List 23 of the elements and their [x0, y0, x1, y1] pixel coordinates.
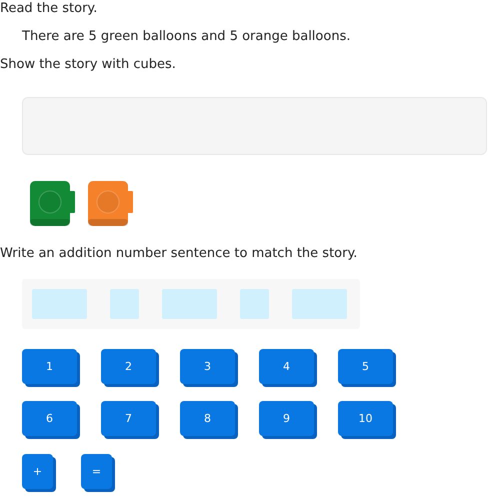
number-tile[interactable]: 5 — [338, 349, 393, 384]
number-tile[interactable]: 1 — [22, 349, 77, 384]
operator-tile[interactable]: = — [81, 454, 112, 489]
instruction-text: Read the story. — [0, 0, 98, 17]
cube-icon[interactable] — [88, 181, 134, 227]
answer-box[interactable] — [240, 289, 269, 319]
operator-tile[interactable]: + — [22, 454, 53, 489]
number-tile[interactable]: 9 — [259, 401, 314, 436]
instruction-text: There are 5 green balloons and 5 orange balloons. — [22, 28, 350, 45]
answer-box[interactable] — [292, 289, 347, 319]
number-tile[interactable]: 4 — [259, 349, 314, 384]
number-tile[interactable]: 2 — [101, 349, 156, 384]
answer-box[interactable] — [110, 289, 139, 319]
cube-icon[interactable] — [30, 181, 76, 227]
number-tile[interactable]: 3 — [180, 349, 235, 384]
number-tile[interactable]: 7 — [101, 401, 156, 436]
number-tile[interactable]: 8 — [180, 401, 235, 436]
answer-box[interactable] — [162, 289, 217, 319]
answer-box[interactable] — [32, 289, 87, 319]
prompt-text: Write an addition number sentence to match the story. — [0, 245, 358, 262]
instruction-text: Show the story with cubes. — [0, 56, 177, 73]
number-tile[interactable]: 6 — [22, 401, 77, 436]
number-tile[interactable]: 10 — [338, 401, 393, 436]
